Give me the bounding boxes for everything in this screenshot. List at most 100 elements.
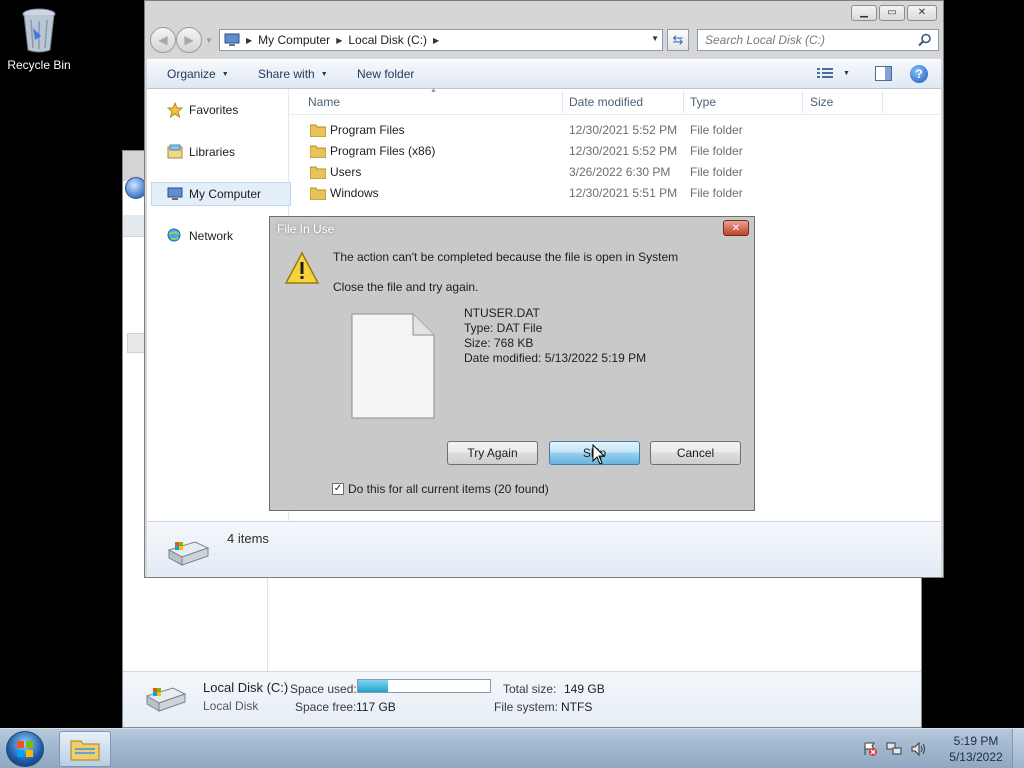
column-date-modified[interactable]: Date modified xyxy=(569,95,643,109)
computer-icon xyxy=(224,33,240,46)
file-info: NTUSER.DAT Type: DAT File Size: 768 KB D… xyxy=(464,306,646,366)
file-info-date: Date modified: 5/13/2022 5:19 PM xyxy=(464,351,647,365)
space-free-label: Space free: xyxy=(295,700,357,714)
table-row[interactable]: Windows 12/30/2021 5:51 PM File folder xyxy=(290,183,941,204)
dialog-close-button[interactable]: ✕ xyxy=(723,220,749,236)
file-in-use-dialog[interactable]: File In Use ✕ The action can't be comple… xyxy=(269,216,755,511)
chevron-down-icon: ▼ xyxy=(221,70,229,78)
column-divider[interactable] xyxy=(802,91,803,113)
total-size-label: Total size: xyxy=(503,682,557,696)
taskbar: 5:19 PM 5/13/2022 xyxy=(0,728,1024,768)
file-type: File folder xyxy=(690,165,743,179)
windows-logo-icon xyxy=(17,741,33,757)
search-box[interactable] xyxy=(697,29,939,51)
file-info-size: Size: 768 KB xyxy=(464,336,534,350)
nav-arrows: ◀ ▶ ▼ xyxy=(150,27,213,53)
file-type: File folder xyxy=(690,186,743,200)
volume-icon[interactable] xyxy=(910,741,926,757)
change-view-button[interactable]: ▼ xyxy=(817,67,850,79)
recycle-bin-label: Recycle Bin xyxy=(7,58,71,72)
warning-icon xyxy=(284,251,320,284)
help-icon[interactable]: ? xyxy=(910,65,928,83)
taskbar-explorer-button[interactable] xyxy=(59,731,111,767)
folder-icon xyxy=(310,166,326,179)
nav-item-network[interactable]: Network xyxy=(167,228,233,244)
apply-to-all-checkbox-row[interactable]: ✓ Do this for all current items (20 foun… xyxy=(332,482,549,496)
file-name: Windows xyxy=(330,186,379,200)
try-again-button[interactable]: Try Again xyxy=(447,441,538,465)
breadcrumb-my-computer[interactable]: My Computer xyxy=(258,33,330,47)
details-pane: Local Disk (C:) Local Disk Space used: S… xyxy=(123,671,921,727)
breadcrumb-separator-icon[interactable]: ▶ xyxy=(433,36,439,45)
network-status-icon[interactable] xyxy=(886,741,902,757)
file-date: 12/30/2021 5:52 PM xyxy=(569,144,678,158)
show-desktop-button[interactable] xyxy=(1012,729,1024,768)
back-button[interactable]: ◀ xyxy=(150,27,176,53)
column-divider[interactable] xyxy=(882,91,883,113)
desktop-recycle-bin[interactable]: Recycle Bin xyxy=(6,6,72,72)
breadcrumb-separator-icon[interactable]: ▶ xyxy=(246,36,252,45)
start-button[interactable] xyxy=(6,731,44,767)
back-arrow-icon: ◀ xyxy=(158,33,168,47)
window-controls: ▁ ▭ ✕ xyxy=(851,5,937,21)
file-date: 12/30/2021 5:51 PM xyxy=(569,186,678,200)
table-row[interactable]: Program Files 12/30/2021 5:52 PM File fo… xyxy=(290,120,941,141)
total-size-value: 149 GB xyxy=(564,682,605,696)
table-row[interactable]: Users 3/26/2022 6:30 PM File folder xyxy=(290,162,941,183)
new-folder-button[interactable]: New folder xyxy=(357,67,414,81)
cancel-button[interactable]: Cancel xyxy=(650,441,741,465)
dialog-body: The action can't be completed because th… xyxy=(278,241,746,504)
organize-button[interactable]: Organize ▼ xyxy=(167,67,229,81)
close-icon: ✕ xyxy=(731,222,741,234)
minimize-icon: ▁ xyxy=(860,7,868,18)
minimize-button[interactable]: ▁ xyxy=(851,5,877,21)
details-view-icon xyxy=(817,68,833,78)
file-info-name: NTUSER.DAT xyxy=(464,306,540,320)
search-input[interactable] xyxy=(705,33,905,47)
action-center-icon[interactable] xyxy=(862,741,878,757)
network-icon xyxy=(167,228,181,242)
folder-icon xyxy=(310,187,326,200)
details-drive-type: Local Disk xyxy=(203,699,259,713)
maximize-icon: ▭ xyxy=(887,7,897,18)
status-bar: 4 items xyxy=(147,521,941,577)
file-date: 12/30/2021 5:52 PM xyxy=(569,123,678,137)
breadcrumb-separator-icon[interactable]: ▶ xyxy=(336,36,342,45)
new-folder-label: New folder xyxy=(357,67,415,81)
forward-button[interactable]: ▶ xyxy=(176,27,202,53)
table-row[interactable]: Program Files (x86) 12/30/2021 5:52 PM F… xyxy=(290,141,941,162)
apply-to-all-checkbox[interactable]: ✓ xyxy=(332,483,344,495)
libraries-icon xyxy=(167,144,183,159)
refresh-button[interactable]: ⇆ xyxy=(667,29,689,51)
preview-pane-icon[interactable] xyxy=(875,66,892,81)
column-divider[interactable] xyxy=(683,91,684,113)
file-name: Program Files xyxy=(330,123,405,137)
column-size[interactable]: Size xyxy=(810,95,833,109)
dialog-instruction: Close the file and try again. xyxy=(333,280,479,294)
close-button[interactable]: ✕ xyxy=(907,5,937,21)
clock[interactable]: 5:19 PM 5/13/2022 xyxy=(940,733,1012,765)
recent-pages-icon[interactable]: ▼ xyxy=(205,36,213,45)
folder-icon xyxy=(310,145,326,158)
column-name[interactable]: Name xyxy=(308,95,340,109)
nav-item-favorites[interactable]: Favorites xyxy=(167,102,238,118)
file-info-type: Type: DAT File xyxy=(464,321,543,335)
organize-label: Organize xyxy=(167,67,216,81)
maximize-button[interactable]: ▭ xyxy=(879,5,905,21)
nav-item-my-computer[interactable]: My Computer xyxy=(150,182,292,206)
search-icon[interactable] xyxy=(918,33,932,47)
forward-arrow-icon: ▶ xyxy=(184,33,194,47)
column-type[interactable]: Type xyxy=(690,95,716,109)
column-divider[interactable] xyxy=(562,91,563,113)
recycle-bin-icon xyxy=(22,8,56,53)
dialog-title: File In Use xyxy=(277,222,335,236)
breadcrumb-local-disk[interactable]: Local Disk (C:) xyxy=(348,33,427,47)
item-count: 4 items xyxy=(227,531,269,546)
share-with-button[interactable]: Share with ▼ xyxy=(258,67,328,81)
address-bar[interactable]: ▶ My Computer ▶ Local Disk (C:) ▶ ▼ xyxy=(219,29,663,51)
address-dropdown-icon[interactable]: ▼ xyxy=(651,34,659,43)
nav-item-libraries[interactable]: Libraries xyxy=(167,144,235,160)
drive-icon xyxy=(145,687,187,712)
space-used-bar xyxy=(357,679,491,693)
system-tray xyxy=(862,741,926,757)
